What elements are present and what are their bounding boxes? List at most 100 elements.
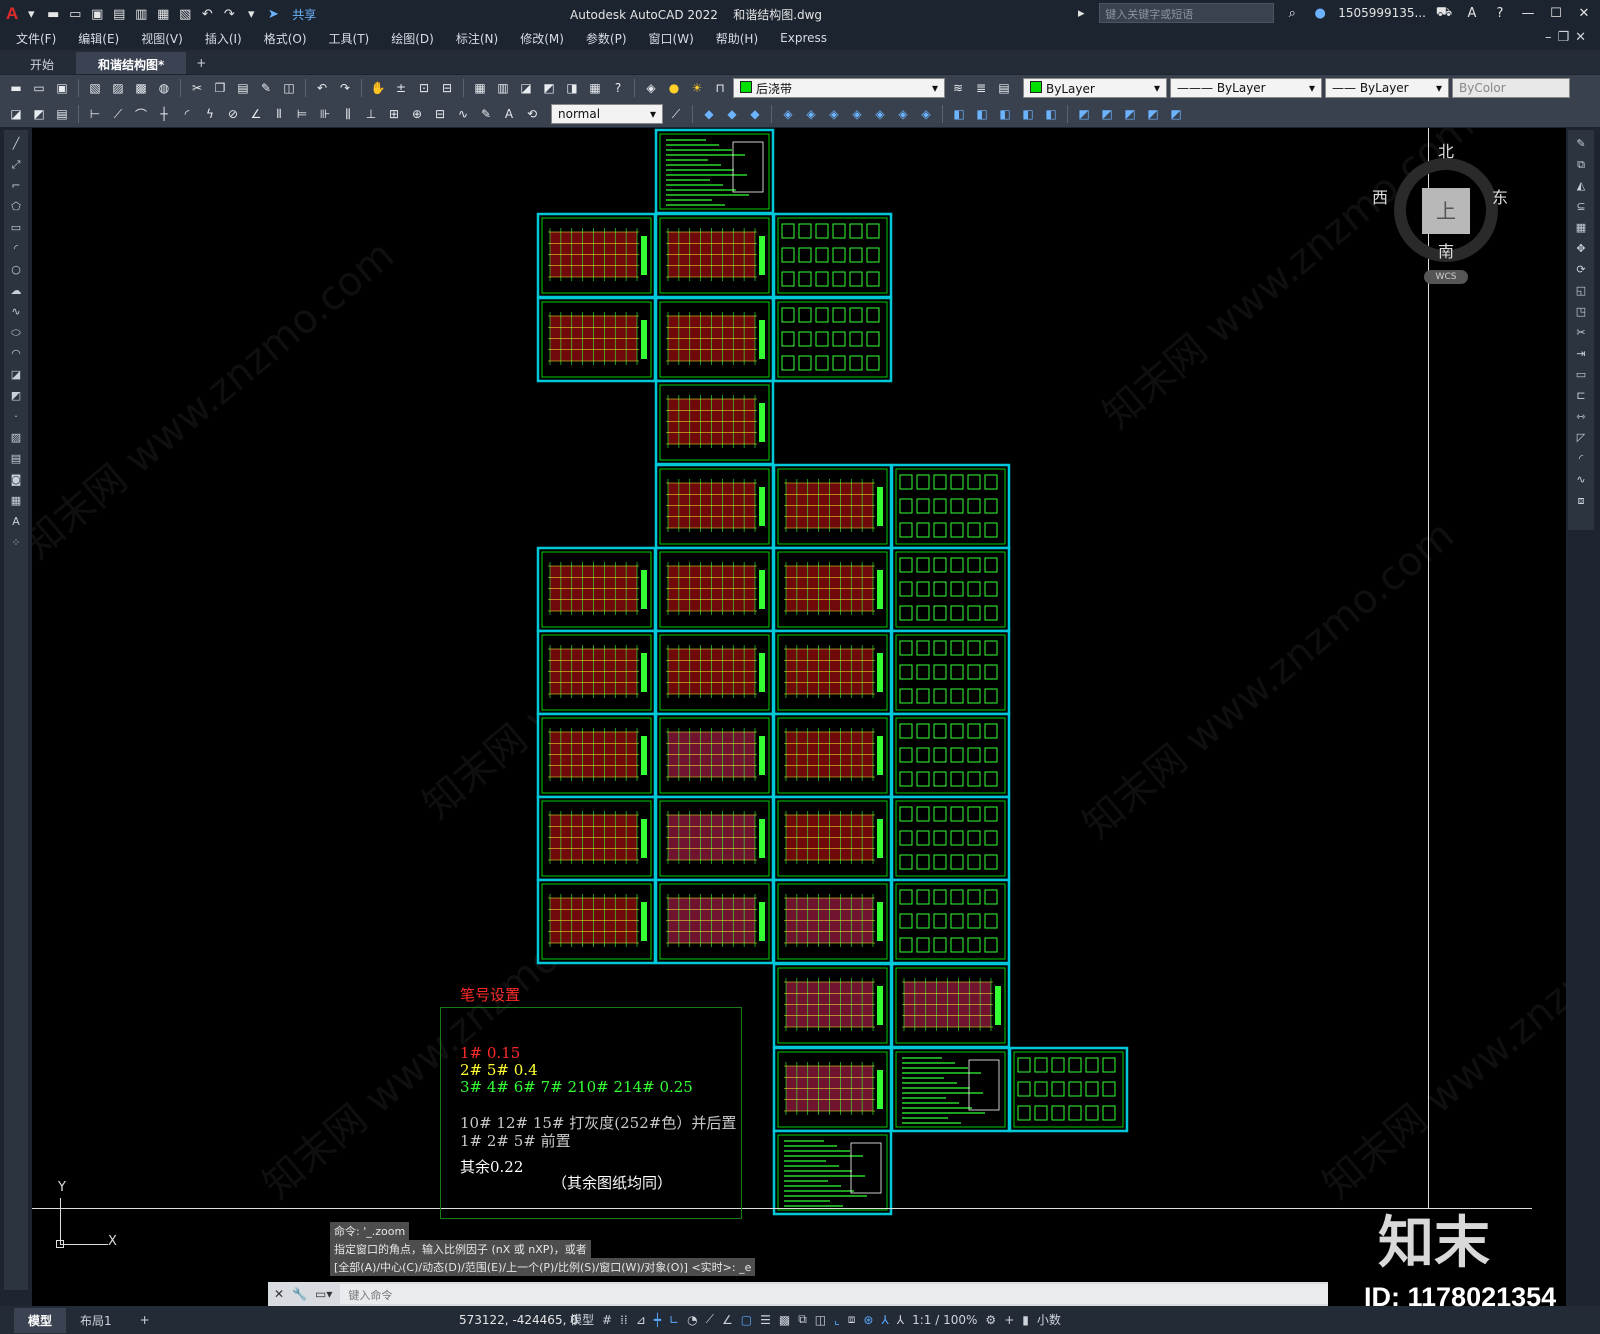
wcs-menu[interactable]: WCS xyxy=(1424,270,1468,284)
blue-tool-6-icon[interactable]: ◈ xyxy=(824,104,844,124)
mirror-icon[interactable]: ◭ xyxy=(1573,178,1589,194)
minimize-icon[interactable]: — xyxy=(1518,6,1538,21)
tool-palettes-icon[interactable]: ◪ xyxy=(516,78,536,98)
blue-tool-18-icon[interactable]: ◩ xyxy=(1120,104,1140,124)
layer-previous-icon[interactable]: ≣ xyxy=(971,78,991,98)
redo-icon[interactable]: ↷ xyxy=(220,6,238,22)
copy-object-icon[interactable]: ⧉ xyxy=(1573,157,1589,173)
blue-tool-20-icon[interactable]: ◩ xyxy=(1166,104,1186,124)
share-label[interactable]: 共享 xyxy=(292,6,316,23)
arc-icon[interactable]: ◜ xyxy=(8,241,24,257)
maximize-icon[interactable]: ☐ xyxy=(1546,6,1566,21)
gizmo-icon[interactable]: ⊛ xyxy=(863,1313,873,1327)
quick-dimension-icon[interactable]: ⫴ xyxy=(269,104,289,124)
open-folder-icon[interactable]: ▭ xyxy=(66,6,84,22)
new-icon[interactable]: ▬ xyxy=(6,78,26,98)
edit-dimension-icon[interactable]: ✎ xyxy=(476,104,496,124)
region-icon[interactable]: ◙ xyxy=(8,472,24,488)
ordinate-icon[interactable]: ┼ xyxy=(154,104,174,124)
new-tab-plus-icon[interactable]: + xyxy=(186,52,216,74)
trim-icon[interactable]: ✂ xyxy=(1573,325,1589,341)
polyline-icon[interactable]: ⌐ xyxy=(8,178,24,194)
print-icon[interactable]: ▧ xyxy=(176,6,194,22)
rotate-icon[interactable]: ⟳ xyxy=(1573,262,1589,278)
blue-tool-10-icon[interactable]: ◈ xyxy=(916,104,936,124)
autocad-logo-icon[interactable]: A xyxy=(6,4,18,24)
block-editor-icon[interactable]: ◫ xyxy=(279,78,299,98)
grid-icon[interactable]: # xyxy=(602,1313,612,1327)
polar-icon[interactable]: ◔ xyxy=(687,1313,697,1327)
tab-model[interactable]: 模型 xyxy=(14,1307,67,1333)
selection-cycling-icon[interactable]: ⧉ xyxy=(798,1312,807,1327)
add-selected-icon[interactable]: ⁘ xyxy=(8,535,24,551)
blue-tool-12-icon[interactable]: ◧ xyxy=(972,104,992,124)
arrow-right-icon[interactable]: ▸ xyxy=(1071,6,1091,21)
match-properties-icon[interactable]: ✎ xyxy=(256,78,276,98)
polygon-icon[interactable]: ⬠ xyxy=(8,199,24,215)
calculator-icon[interactable]: ▦ xyxy=(585,78,605,98)
snap-icon[interactable]: ⁞⁞ xyxy=(620,1313,628,1327)
add-layout-button[interactable]: + xyxy=(126,1309,164,1331)
lightbulb-icon[interactable]: ● xyxy=(664,78,684,98)
customize-command-icon[interactable]: 🔧 xyxy=(292,1287,307,1301)
properties-icon[interactable]: ▦ xyxy=(470,78,490,98)
design-center-icon[interactable]: ▥ xyxy=(493,78,513,98)
close-icon[interactable]: ✕ xyxy=(1574,6,1594,21)
transparency-icon[interactable]: ▩ xyxy=(779,1313,790,1327)
menu-draw[interactable]: 绘图(D) xyxy=(391,30,434,47)
blue-tool-8-icon[interactable]: ◈ xyxy=(870,104,890,124)
blue-tool-5-icon[interactable]: ◈ xyxy=(801,104,821,124)
point-icon[interactable]: · xyxy=(8,409,24,425)
blue-tool-19-icon[interactable]: ◩ xyxy=(1143,104,1163,124)
chamfer-icon[interactable]: ◸ xyxy=(1573,430,1589,446)
radius-icon[interactable]: ◜ xyxy=(177,104,197,124)
blue-tool-14-icon[interactable]: ◧ xyxy=(1018,104,1038,124)
tab-document[interactable]: 和谐结构图* xyxy=(76,52,187,74)
blue-tool-4-icon[interactable]: ◈ xyxy=(778,104,798,124)
menu-insert[interactable]: 插入(I) xyxy=(205,30,242,47)
dynamic-ucs-icon[interactable]: ⌞ xyxy=(834,1313,840,1327)
menu-tools[interactable]: 工具(T) xyxy=(329,30,370,47)
compass-east[interactable]: 东 xyxy=(1492,184,1508,208)
menu-help[interactable]: 帮助(H) xyxy=(716,30,758,47)
export-icon[interactable]: ▦ xyxy=(154,6,172,22)
open-icon[interactable]: ▭ xyxy=(29,78,49,98)
selection-filter-icon[interactable]: ⧈ xyxy=(848,1312,856,1327)
menu-window[interactable]: 窗口(W) xyxy=(649,30,694,47)
lineweight-icon[interactable]: ☰ xyxy=(760,1313,771,1327)
pan-icon[interactable]: ✋ xyxy=(368,78,388,98)
new-file-icon[interactable]: ▬ xyxy=(44,6,62,22)
globe-icon[interactable]: ◍ xyxy=(154,78,174,98)
isodraft-icon[interactable]: ⟋ xyxy=(706,1312,714,1327)
make-block-icon[interactable]: ◩ xyxy=(8,388,24,404)
help-icon[interactable]: ? xyxy=(1490,6,1510,21)
ellipse-arc-icon[interactable]: ◠ xyxy=(8,346,24,362)
construction-line-icon[interactable]: ⤢ xyxy=(8,157,24,173)
blue-tool-2-icon[interactable]: ◆ xyxy=(722,104,742,124)
menu-dimension[interactable]: 标注(N) xyxy=(456,30,498,47)
help-icon[interactable]: ? xyxy=(608,78,628,98)
workspace-gear-icon[interactable]: ⚙ xyxy=(985,1313,996,1327)
annotation-monitor-icon[interactable]: + xyxy=(1004,1313,1014,1327)
jogged-icon[interactable]: ϟ xyxy=(200,104,220,124)
scale-icon[interactable]: ◱ xyxy=(1573,283,1589,299)
insert-block-icon[interactable]: ◪ xyxy=(6,104,26,124)
move-icon[interactable]: ✥ xyxy=(1573,241,1589,257)
ortho-icon[interactable]: ∟ xyxy=(669,1313,679,1327)
zoom-previous-icon[interactable]: ⊟ xyxy=(437,78,457,98)
blue-tool-1-icon[interactable]: ◆ xyxy=(699,104,719,124)
infer-constraints-icon[interactable]: ⊿ xyxy=(636,1313,646,1327)
preview-icon[interactable]: ▨ xyxy=(108,78,128,98)
model-space-toggle[interactable]: 模型 xyxy=(570,1311,594,1328)
dimension-update-icon[interactable]: ⟲ xyxy=(522,104,542,124)
explode-icon[interactable]: ⧈ xyxy=(1573,493,1589,509)
copy-icon[interactable]: ❐ xyxy=(210,78,230,98)
ellipse-icon[interactable]: ⬭ xyxy=(8,325,24,341)
fillet-icon[interactable]: ◜ xyxy=(1573,451,1589,467)
make-current-icon[interactable]: ≋ xyxy=(948,78,968,98)
viewcube-top-face[interactable]: 上 xyxy=(1422,188,1470,234)
object-snap-icon[interactable]: ▢ xyxy=(741,1313,752,1327)
drawing-canvas[interactable]: 知末网 www.znzmo.com 知末网 www.znzmo.com 知末网 … xyxy=(32,128,1566,1306)
sun-icon[interactable]: ☀ xyxy=(687,78,707,98)
autodesk-icon[interactable]: A xyxy=(1462,6,1482,21)
